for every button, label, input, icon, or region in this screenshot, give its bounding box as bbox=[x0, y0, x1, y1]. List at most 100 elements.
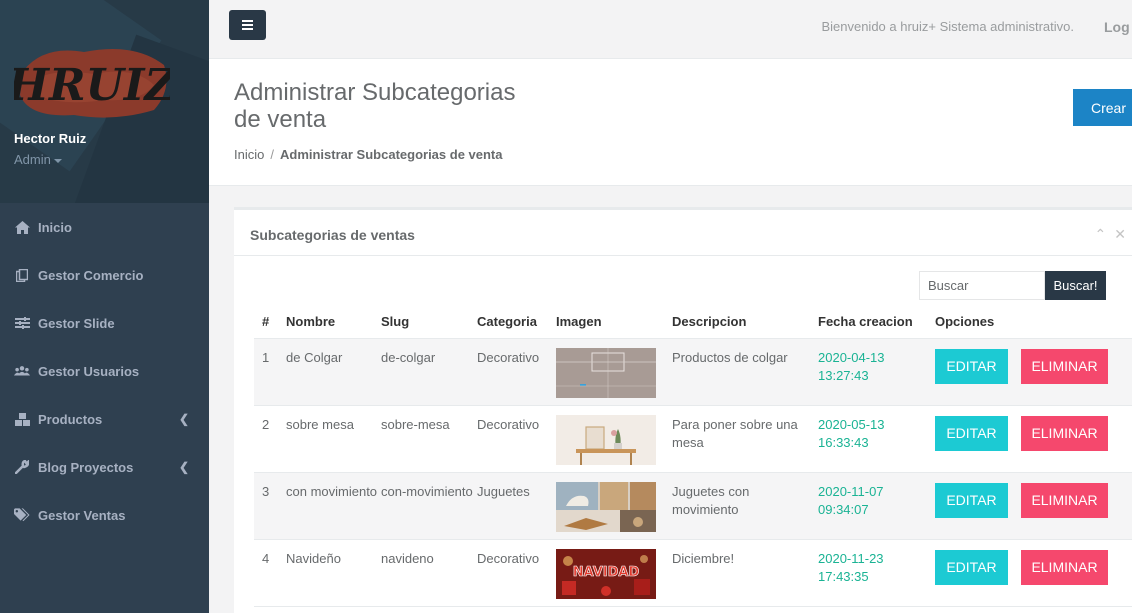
delete-button[interactable]: ELIMINAR bbox=[1021, 415, 1108, 451]
col-header-categoria[interactable]: Categoria bbox=[477, 306, 556, 339]
cell-categoria: Decorativo bbox=[477, 338, 556, 406]
home-icon bbox=[14, 219, 30, 235]
delete-button[interactable]: ELIMINAR bbox=[1021, 482, 1108, 518]
sidebar-item-label: Gestor Slide bbox=[38, 315, 115, 331]
table-row: 2 sobre mesa sobre-mesa Decorativo Para … bbox=[254, 405, 1132, 473]
cell-num: 4 bbox=[254, 539, 286, 607]
search-group: Buscar! bbox=[919, 271, 1106, 300]
menu-toggle-button[interactable] bbox=[229, 10, 266, 40]
cell-categoria: Decorativo bbox=[477, 539, 556, 607]
sidebar-item-label: Inicio bbox=[38, 219, 72, 235]
chevron-up-icon[interactable]: ⌃ bbox=[1095, 226, 1107, 243]
cell-fecha: 2020-11-23 17:43:35 bbox=[818, 539, 935, 607]
chevron-left-icon: ❮ bbox=[178, 412, 189, 426]
subcategories-panel: Subcategorias de ventas ⌃ ✕ Buscar! # No… bbox=[234, 207, 1132, 613]
page-title: Administrar Subcategorias de venta bbox=[234, 79, 516, 133]
edit-button[interactable]: EDITAR bbox=[935, 415, 1008, 451]
cell-fecha: 2020-11-07 09:34:07 bbox=[818, 472, 935, 540]
cell-slug: navideno bbox=[381, 539, 477, 607]
col-header-descripcion[interactable]: Descripcion bbox=[672, 306, 818, 339]
sidebar-item-label: Gestor Ventas bbox=[38, 507, 126, 523]
table-header-row: # Nombre Slug Categoria Imagen Descripci… bbox=[254, 306, 1132, 339]
welcome-message: Bienvenido a hruiz+ Sistema administrati… bbox=[821, 19, 1074, 34]
svg-text:NAVIDAD: NAVIDAD bbox=[573, 565, 640, 580]
table-row: 3 con movimiento con-movimiento Juguetes bbox=[254, 472, 1132, 540]
delete-button[interactable]: ELIMINAR bbox=[1021, 348, 1108, 384]
col-header-slug[interactable]: Slug bbox=[381, 306, 477, 339]
page-heading: Administrar Subcategorias de venta Inici… bbox=[209, 59, 1132, 186]
cell-descripcion: Diciembre! bbox=[672, 539, 818, 607]
col-header-imagen[interactable]: Imagen bbox=[556, 306, 672, 339]
col-header-fecha[interactable]: Fecha creacion bbox=[818, 306, 935, 339]
user-role-dropdown[interactable]: Admin bbox=[14, 152, 62, 167]
cell-nombre: de Colgar bbox=[286, 338, 381, 406]
cubes-icon bbox=[14, 411, 30, 427]
user-name: Hector Ruiz bbox=[14, 131, 87, 146]
panel-tools: ⌃ ✕ bbox=[1095, 226, 1126, 243]
col-header-nombre[interactable]: Nombre bbox=[286, 306, 381, 339]
wall-frame-image bbox=[556, 347, 656, 398]
search-input[interactable] bbox=[919, 271, 1045, 300]
cell-fecha: 2020-05-13 16:33:43 bbox=[818, 405, 935, 473]
col-header-opciones[interactable]: Opciones bbox=[935, 306, 1132, 339]
sidebar-item-gestor-usuarios[interactable]: Gestor Usuarios bbox=[0, 347, 209, 395]
create-button[interactable]: Crear bbox=[1073, 89, 1132, 126]
delete-button[interactable]: ELIMINAR bbox=[1021, 549, 1108, 585]
cell-num: 2 bbox=[254, 405, 286, 473]
user-role-label: Admin bbox=[14, 152, 51, 167]
breadcrumb-active: Administrar Subcategorias de venta bbox=[279, 147, 503, 162]
table-row: 4 Navideño navideno Decorativo NAVIDAD D… bbox=[254, 539, 1132, 607]
cell-num: 1 bbox=[254, 338, 286, 406]
sidebar: HRUIZ Hector Ruiz Admin Inicio Gestor Co… bbox=[0, 0, 209, 613]
sidebar-nav: Inicio Gestor Comercio Gestor Slide Gest… bbox=[0, 203, 209, 539]
sidebar-item-gestor-slide[interactable]: Gestor Slide bbox=[0, 299, 209, 347]
cell-fecha: 2020-04-13 13:27:43 bbox=[818, 338, 935, 406]
sidebar-item-label: Gestor Comercio bbox=[38, 267, 144, 283]
panel-header: Subcategorias de ventas ⌃ ✕ bbox=[234, 210, 1132, 256]
cell-categoria: Decorativo bbox=[477, 405, 556, 473]
svg-text:HRUIZ: HRUIZ bbox=[14, 60, 170, 111]
users-icon bbox=[14, 363, 30, 379]
cell-slug: con-movimiento bbox=[381, 472, 477, 540]
profile-header: HRUIZ Hector Ruiz Admin bbox=[0, 0, 209, 203]
cell-slug: sobre-mesa bbox=[381, 405, 477, 473]
edit-button[interactable]: EDITAR bbox=[935, 348, 1008, 384]
sliders-icon bbox=[14, 315, 30, 331]
sidebar-item-gestor-comercio[interactable]: Gestor Comercio bbox=[0, 251, 209, 299]
logout-link[interactable]: Log bbox=[1104, 19, 1132, 35]
sidebar-item-productos[interactable]: Productos ❮ bbox=[0, 395, 209, 443]
brand-logo: HRUIZ bbox=[14, 48, 170, 118]
sidebar-item-blog-proyectos[interactable]: Blog Proyectos ❮ bbox=[0, 443, 209, 491]
wooden-toys-image bbox=[556, 481, 656, 532]
topbar: Bienvenido a hruiz+ Sistema administrati… bbox=[209, 0, 1132, 59]
edit-button[interactable]: EDITAR bbox=[935, 549, 1008, 585]
sidebar-item-label: Blog Proyectos bbox=[38, 459, 134, 475]
copy-icon bbox=[14, 267, 30, 283]
sidebar-item-gestor-ventas[interactable]: Gestor Ventas bbox=[0, 491, 209, 539]
cell-descripcion: Para poner sobre una mesa bbox=[672, 405, 818, 473]
cell-nombre: Navideño bbox=[286, 539, 381, 607]
sidebar-item-inicio[interactable]: Inicio bbox=[0, 203, 209, 251]
col-header-num[interactable]: # bbox=[254, 306, 286, 339]
chevron-left-icon: ❮ bbox=[178, 460, 189, 474]
cell-nombre: con movimiento bbox=[286, 472, 381, 540]
edit-button[interactable]: EDITAR bbox=[935, 482, 1008, 518]
cell-categoria: Juguetes bbox=[477, 472, 556, 540]
panel-title: Subcategorias de ventas bbox=[250, 227, 415, 243]
close-icon[interactable]: ✕ bbox=[1114, 226, 1126, 243]
subcategories-table: # Nombre Slug Categoria Imagen Descripci… bbox=[254, 306, 1132, 607]
search-button[interactable]: Buscar! bbox=[1045, 271, 1106, 300]
cell-descripcion: Juguetes con movimiento bbox=[672, 472, 818, 540]
cell-descripcion: Productos de colgar bbox=[672, 338, 818, 406]
caret-down-icon bbox=[53, 158, 62, 163]
cell-num: 3 bbox=[254, 472, 286, 540]
breadcrumb: Inicio / Administrar Subcategorias de vent… bbox=[234, 147, 503, 162]
sidebar-item-label: Productos bbox=[38, 411, 103, 427]
table-row: 1 de Colgar de-colgar Decorativo Product… bbox=[254, 338, 1132, 406]
breadcrumb-home-link[interactable]: Inicio bbox=[234, 147, 264, 162]
breadcrumb-separator: / bbox=[270, 147, 274, 162]
tags-icon bbox=[14, 507, 30, 523]
navidad-image: NAVIDAD bbox=[556, 548, 656, 599]
cell-nombre: sobre mesa bbox=[286, 405, 381, 473]
cell-slug: de-colgar bbox=[381, 338, 477, 406]
